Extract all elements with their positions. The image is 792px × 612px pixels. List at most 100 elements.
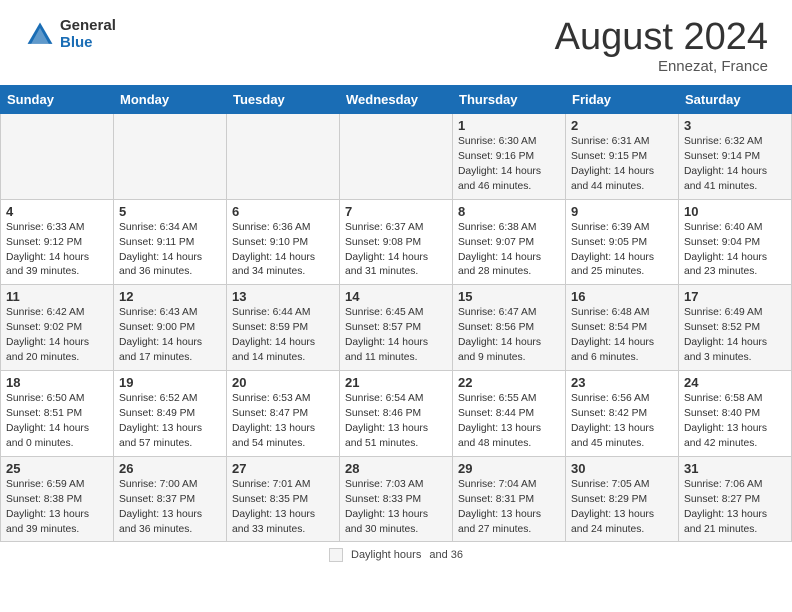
day-number: 13: [232, 289, 334, 304]
calendar-cell: 19 Sunrise: 6:52 AM Sunset: 8:49 PM Dayli…: [114, 371, 227, 457]
calendar-cell: 16Sunrise: 6:48 AM Sunset: 8:54 PM Dayli…: [566, 285, 679, 371]
day-number: 6: [232, 204, 334, 219]
calendar-cell: 5 Sunrise: 6:34 AM Sunset: 9:11 PM Daylig…: [114, 199, 227, 285]
day-info: Sunrise: 6:56 AM Sunset: 8:42 PM Dayligh…: [571, 392, 673, 452]
logo-blue: Blue: [60, 35, 116, 52]
day-number: 25: [6, 461, 108, 476]
day-info: Sunrise: 7:00 AM Sunset: 8:37 PM Dayligh…: [119, 478, 221, 538]
logo: General Blue: [24, 18, 116, 51]
day-info: Sunrise: 6:58 AM Sunset: 8:40 PM Dayligh…: [684, 392, 786, 452]
day-number: 18: [6, 375, 108, 390]
calendar-cell: 8 Sunrise: 6:38 AM Sunset: 9:07 PM Daylig…: [453, 199, 566, 285]
calendar-cell: 17 Sunrise: 6:49 AM Sunset: 8:52 PM Dayli…: [679, 285, 792, 371]
calendar-cell: 7 Sunrise: 6:37 AM Sunset: 9:08 PM Daylig…: [340, 199, 453, 285]
footer: Daylight hours and 36: [0, 542, 792, 566]
calendar-cell: 9 Sunrise: 6:39 AM Sunset: 9:05 PM Daylig…: [566, 199, 679, 285]
calendar-header-row: SundayMondayTuesdayWednesdayThursdayFrid…: [1, 86, 792, 114]
calendar-cell: 11 Sunrise: 6:42 AM Sunset: 9:02 PM Dayli…: [1, 285, 114, 371]
day-number: 31: [684, 461, 786, 476]
day-number: 19: [119, 375, 221, 390]
daylight-label: Daylight hours: [351, 549, 421, 561]
calendar-cell: 23 Sunrise: 6:56 AM Sunset: 8:42 PM Dayli…: [566, 371, 679, 457]
day-number: 14: [345, 289, 447, 304]
calendar-table: SundayMondayTuesdayWednesdayThursdayFrid…: [0, 85, 792, 542]
calendar-cell: [1, 114, 114, 200]
month-title: August 2024: [555, 18, 768, 56]
day-info: Sunrise: 6:32 AM Sunset: 9:14 PM Dayligh…: [684, 135, 786, 195]
calendar-cell: 28 Sunrise: 7:03 AM Sunset: 8:33 PM Dayli…: [340, 456, 453, 542]
calendar-cell: 27 Sunrise: 7:01 AM Sunset: 8:35 PM Dayli…: [227, 456, 340, 542]
calendar-day-header: Monday: [114, 86, 227, 114]
calendar-week-row: 4 Sunrise: 6:33 AM Sunset: 9:12 PM Daylig…: [1, 199, 792, 285]
day-info: Sunrise: 6:47 AM Sunset: 8:56 PM Dayligh…: [458, 306, 560, 366]
calendar-cell: 26 Sunrise: 7:00 AM Sunset: 8:37 PM Dayli…: [114, 456, 227, 542]
calendar-cell: 15 Sunrise: 6:47 AM Sunset: 8:56 PM Dayli…: [453, 285, 566, 371]
calendar-cell: [340, 114, 453, 200]
calendar-cell: 30Sunrise: 7:05 AM Sunset: 8:29 PM Dayli…: [566, 456, 679, 542]
calendar-day-header: Wednesday: [340, 86, 453, 114]
calendar-cell: 29 Sunrise: 7:04 AM Sunset: 8:31 PM Dayli…: [453, 456, 566, 542]
day-info: Sunrise: 7:04 AM Sunset: 8:31 PM Dayligh…: [458, 478, 560, 538]
calendar-cell: 12Sunrise: 6:43 AM Sunset: 9:00 PM Dayli…: [114, 285, 227, 371]
calendar-cell: 1Sunrise: 6:30 AM Sunset: 9:16 PM Daylig…: [453, 114, 566, 200]
calendar-cell: 18 Sunrise: 6:50 AM Sunset: 8:51 PM Dayli…: [1, 371, 114, 457]
calendar-day-header: Tuesday: [227, 86, 340, 114]
subtitle: Ennezat, France: [555, 58, 768, 75]
day-info: Sunrise: 6:40 AM Sunset: 9:04 PM Dayligh…: [684, 221, 786, 281]
day-number: 20: [232, 375, 334, 390]
day-number: 27: [232, 461, 334, 476]
day-info: Sunrise: 6:42 AM Sunset: 9:02 PM Dayligh…: [6, 306, 108, 366]
day-info: Sunrise: 6:34 AM Sunset: 9:11 PM Dayligh…: [119, 221, 221, 281]
day-number: 15: [458, 289, 560, 304]
calendar-cell: 4 Sunrise: 6:33 AM Sunset: 9:12 PM Daylig…: [1, 199, 114, 285]
day-number: 11: [6, 289, 108, 304]
day-number: 7: [345, 204, 447, 219]
day-number: 12: [119, 289, 221, 304]
day-info: Sunrise: 7:06 AM Sunset: 8:27 PM Dayligh…: [684, 478, 786, 538]
day-info: Sunrise: 6:33 AM Sunset: 9:12 PM Dayligh…: [6, 221, 108, 281]
day-info: Sunrise: 6:31 AM Sunset: 9:15 PM Dayligh…: [571, 135, 673, 195]
day-info: Sunrise: 6:55 AM Sunset: 8:44 PM Dayligh…: [458, 392, 560, 452]
day-number: 5: [119, 204, 221, 219]
day-number: 8: [458, 204, 560, 219]
day-number: 28: [345, 461, 447, 476]
day-info: Sunrise: 6:48 AM Sunset: 8:54 PM Dayligh…: [571, 306, 673, 366]
calendar-cell: 20 Sunrise: 6:53 AM Sunset: 8:47 PM Dayli…: [227, 371, 340, 457]
legend-text: and 36: [429, 549, 463, 561]
day-info: Sunrise: 6:36 AM Sunset: 9:10 PM Dayligh…: [232, 221, 334, 281]
day-info: Sunrise: 6:52 AM Sunset: 8:49 PM Dayligh…: [119, 392, 221, 452]
calendar-cell: 3 Sunrise: 6:32 AM Sunset: 9:14 PM Daylig…: [679, 114, 792, 200]
day-number: 30: [571, 461, 673, 476]
day-info: Sunrise: 6:37 AM Sunset: 9:08 PM Dayligh…: [345, 221, 447, 281]
day-info: Sunrise: 6:44 AM Sunset: 8:59 PM Dayligh…: [232, 306, 334, 366]
day-number: 17: [684, 289, 786, 304]
day-number: 10: [684, 204, 786, 219]
day-info: Sunrise: 6:38 AM Sunset: 9:07 PM Dayligh…: [458, 221, 560, 281]
calendar-cell: 10 Sunrise: 6:40 AM Sunset: 9:04 PM Dayli…: [679, 199, 792, 285]
calendar-cell: [114, 114, 227, 200]
day-number: 29: [458, 461, 560, 476]
day-info: Sunrise: 6:53 AM Sunset: 8:47 PM Dayligh…: [232, 392, 334, 452]
calendar-day-header: Friday: [566, 86, 679, 114]
calendar-cell: 21 Sunrise: 6:54 AM Sunset: 8:46 PM Dayli…: [340, 371, 453, 457]
calendar-cell: 31 Sunrise: 7:06 AM Sunset: 8:27 PM Dayli…: [679, 456, 792, 542]
day-info: Sunrise: 6:54 AM Sunset: 8:46 PM Dayligh…: [345, 392, 447, 452]
logo-general: General: [60, 18, 116, 35]
day-info: Sunrise: 7:03 AM Sunset: 8:33 PM Dayligh…: [345, 478, 447, 538]
day-number: 3: [684, 118, 786, 133]
day-number: 26: [119, 461, 221, 476]
calendar-day-header: Saturday: [679, 86, 792, 114]
calendar-week-row: 11 Sunrise: 6:42 AM Sunset: 9:02 PM Dayli…: [1, 285, 792, 371]
calendar-cell: 24Sunrise: 6:58 AM Sunset: 8:40 PM Dayli…: [679, 371, 792, 457]
day-number: 4: [6, 204, 108, 219]
day-number: 1: [458, 118, 560, 133]
day-info: Sunrise: 6:50 AM Sunset: 8:51 PM Dayligh…: [6, 392, 108, 452]
day-number: 22: [458, 375, 560, 390]
day-info: Sunrise: 7:01 AM Sunset: 8:35 PM Dayligh…: [232, 478, 334, 538]
day-info: Sunrise: 6:39 AM Sunset: 9:05 PM Dayligh…: [571, 221, 673, 281]
day-number: 21: [345, 375, 447, 390]
day-number: 9: [571, 204, 673, 219]
day-number: 23: [571, 375, 673, 390]
day-info: Sunrise: 6:49 AM Sunset: 8:52 PM Dayligh…: [684, 306, 786, 366]
calendar-cell: 6 Sunrise: 6:36 AM Sunset: 9:10 PM Daylig…: [227, 199, 340, 285]
